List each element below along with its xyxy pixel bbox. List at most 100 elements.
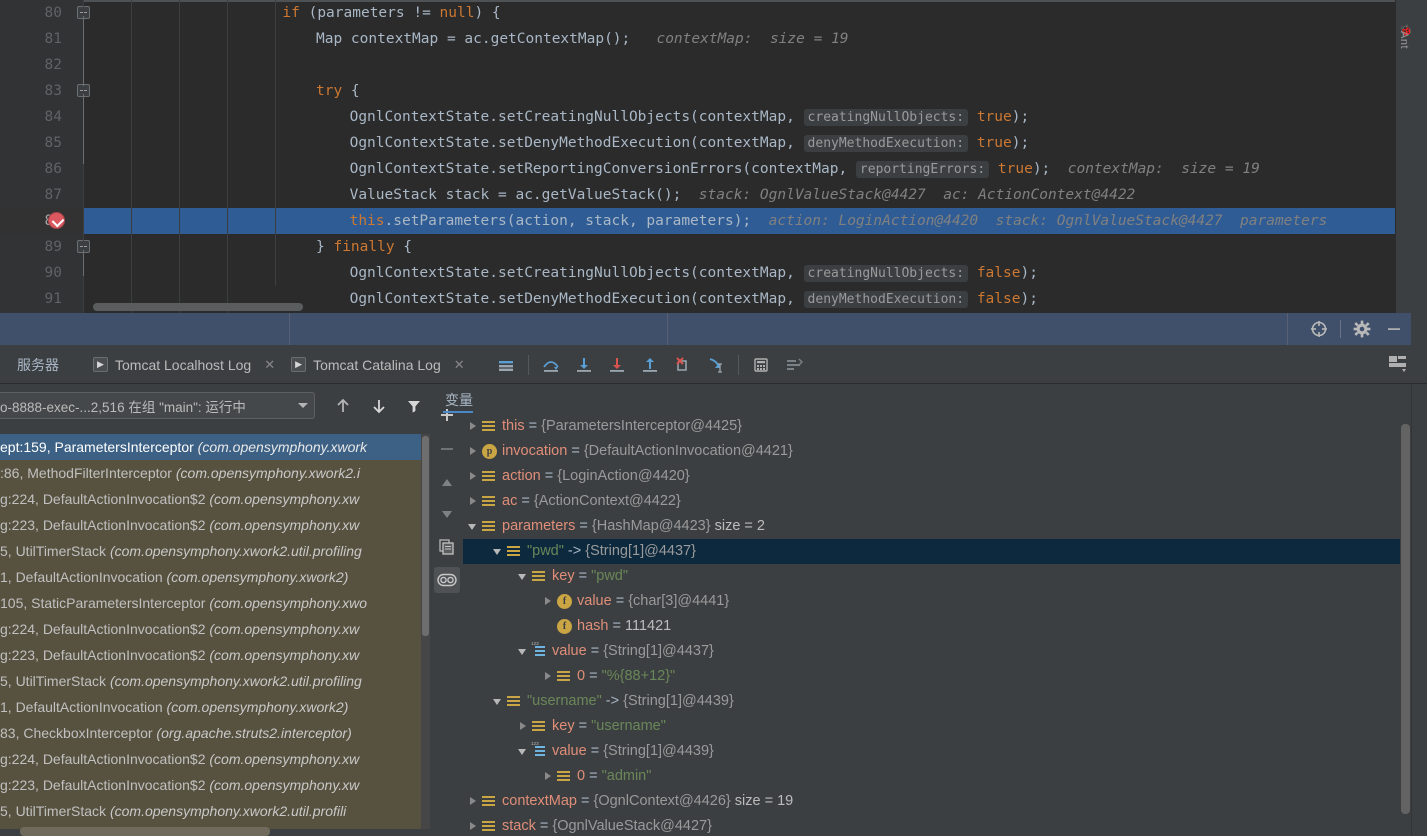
move-up-icon[interactable] (434, 470, 460, 496)
variable-row[interactable]: 0 = "admin" (463, 764, 1416, 789)
line-number[interactable]: 81 (0, 26, 62, 52)
chevron-right-icon[interactable] (468, 821, 479, 832)
line-number[interactable]: 91 (0, 286, 62, 312)
code-editor[interactable]: 80 if (parameters != null) {81 Map context… (0, 0, 1411, 313)
variables-tree[interactable]: this = {ParametersInterceptor@4425} p invo… (463, 414, 1416, 836)
tool-window-tabs-row[interactable]: 服务器 ▶ Tomcat Localhost Log ✕ ▶ Tomcat Catali… (0, 345, 1427, 384)
frame-row[interactable]: 5, UtilTimerStack (com.opensymphony.xwor… (0, 668, 430, 694)
variable-row[interactable]: ac = {ActionContext@4422} (463, 489, 1416, 514)
settings-gear-icon[interactable] (1351, 318, 1373, 340)
line-number[interactable]: 89 (0, 234, 62, 260)
chevron-down-icon[interactable] (518, 646, 529, 657)
variables-vertical-scrollbar[interactable] (1400, 414, 1411, 836)
chevron-down-icon[interactable] (468, 521, 479, 532)
log-tabs[interactable]: ▶ Tomcat Localhost Log ✕ ▶ Tomcat Catalina L… (85, 345, 473, 384)
line-number[interactable]: 87 (0, 182, 62, 208)
copy-icon[interactable] (434, 534, 460, 560)
breakpoint-icon[interactable] (48, 212, 65, 229)
variable-row[interactable]: key = "pwd" (463, 564, 1416, 589)
code-line[interactable]: 86 OgnlContextState.setReportingConversio… (0, 156, 1411, 182)
line-number[interactable]: 83 (0, 78, 62, 104)
inline-debug-value[interactable]: stack: OgnlValueStack@4427 ac: ActionCon… (681, 187, 1136, 203)
inline-debug-value[interactable]: action: LoginAction@4420 stack: OgnlValu… (751, 213, 1328, 229)
variables-side-toolbar[interactable] (430, 384, 463, 836)
editor-horizontal-scrollbar[interactable] (93, 303, 303, 311)
frame-row[interactable]: g:224, DefaultActionInvocation$2 (com.op… (0, 486, 430, 512)
frame-row[interactable]: 105, StaticParametersInterceptor (com.op… (0, 590, 430, 616)
frame-row[interactable]: g:223, DefaultActionInvocation$2 (com.op… (0, 772, 430, 798)
watches-icon[interactable] (434, 567, 460, 593)
variable-row[interactable]: parameters = {HashMap@4423} size = 2 (463, 514, 1416, 539)
chevron-right-icon[interactable] (468, 446, 479, 457)
code-text[interactable]: ValueStack stack = ac.getValueStack(); s… (348, 182, 1136, 208)
code-line[interactable]: 80 if (parameters != null) { (0, 0, 1411, 26)
code-text[interactable]: this.setParameters(action, stack, parame… (348, 208, 1328, 234)
code-text[interactable]: } finally { (314, 234, 412, 260)
chevron-right-icon[interactable] (468, 471, 479, 482)
variable-row[interactable]: "username" -> {String[1]@4439} (463, 689, 1416, 714)
frames-list[interactable]: ept:159, ParametersInterceptor (com.open… (0, 434, 430, 829)
line-number[interactable]: 80 (0, 0, 62, 26)
variable-row[interactable]: key = "username" (463, 714, 1416, 739)
debugger-toolbar[interactable] (495, 345, 805, 384)
code-text[interactable]: OgnlContextState.setDenyMethodExecution(… (348, 130, 1029, 156)
variable-row[interactable]: action = {LoginAction@4420} (463, 464, 1416, 489)
code-line[interactable]: 85 OgnlContextState.setDenyMethodExecutio… (0, 130, 1411, 156)
code-line[interactable]: 81 Map contextMap = ac.getContextMap(); c… (0, 26, 1411, 52)
line-number[interactable]: 84 (0, 104, 62, 130)
log-tab[interactable]: ▶ Tomcat Localhost Log ✕ (85, 345, 283, 384)
filter-icon[interactable] (403, 395, 425, 417)
chevron-down-icon[interactable] (518, 746, 529, 757)
chevron-right-icon[interactable] (543, 596, 554, 607)
frame-row[interactable]: 83, CheckboxInterceptor (org.apache.stru… (0, 720, 430, 746)
code-text[interactable]: OgnlContextState.setCreatingNullObjects(… (348, 104, 1029, 130)
frame-row[interactable]: g:223, DefaultActionInvocation$2 (com.op… (0, 512, 430, 538)
minimize-icon[interactable] (1383, 318, 1405, 340)
step-into-icon[interactable] (573, 354, 595, 376)
thread-dump-icon[interactable] (783, 354, 805, 376)
code-text[interactable]: try { (314, 78, 360, 104)
code-line[interactable]: 84 OgnlContextState.setCreatingNullObject… (0, 104, 1411, 130)
drop-frame-icon[interactable] (672, 354, 694, 376)
log-tab[interactable]: ▶ Tomcat Catalina Log ✕ (283, 345, 473, 384)
evaluate-expression-icon[interactable] (750, 354, 772, 376)
chevron-right-icon[interactable] (543, 771, 554, 782)
thread-selector-dropdown[interactable]: io-8888-exec-...2,516 在组 "main": 运行中 (0, 392, 315, 419)
variable-row[interactable]: stack = {OgnlValueStack@4427} (463, 814, 1416, 836)
frame-row[interactable]: :86, MethodFilterInterceptor (com.opensy… (0, 460, 430, 486)
code-line[interactable]: 90 OgnlContextState.setCreatingNullObject… (0, 260, 1411, 286)
force-step-into-icon[interactable] (606, 354, 628, 376)
close-icon[interactable]: ✕ (264, 357, 275, 373)
variable-row[interactable]: this = {ParametersInterceptor@4425} (463, 414, 1416, 439)
inline-debug-value[interactable]: contextMap: size = 19 (1050, 161, 1260, 177)
frames-pane[interactable]: io-8888-exec-...2,516 在组 "main": 运行中 ept… (0, 384, 430, 836)
line-number[interactable]: 85 (0, 130, 62, 156)
chevron-right-icon[interactable] (468, 796, 479, 807)
crosshair-target-icon[interactable] (1308, 318, 1330, 340)
chevron-right-icon[interactable] (543, 671, 554, 682)
close-icon[interactable]: ✕ (454, 357, 465, 373)
code-line[interactable]: 83 try { (0, 78, 1411, 104)
frame-row[interactable]: 1, DefaultActionInvocation (com.opensymp… (0, 694, 430, 720)
code-line[interactable]: 89 } finally { (0, 234, 1411, 260)
chevron-right-icon[interactable] (468, 496, 479, 507)
right-tool-strip[interactable]: 🐞 Ant (1395, 0, 1411, 313)
code-text[interactable]: if (parameters != null) { (280, 0, 500, 26)
line-number[interactable]: 86 (0, 156, 62, 182)
line-number[interactable]: 90 (0, 260, 62, 286)
variable-row[interactable]: 0 = "%{88+12}" (463, 664, 1416, 689)
move-down-icon[interactable] (434, 501, 460, 527)
variable-row[interactable]: f value = {char[3]@4441} (463, 589, 1416, 614)
up-arrow-icon[interactable] (332, 395, 354, 417)
ant-tool-label[interactable]: Ant (1398, 31, 1410, 65)
variable-row[interactable]: "pwd" -> {String[1]@4437} (463, 539, 1416, 564)
code-text[interactable]: OgnlContextState.setDenyMethodExecution(… (348, 286, 1038, 312)
chevron-right-icon[interactable] (468, 421, 479, 432)
inline-debug-value[interactable]: contextMap: size = 19 (630, 31, 848, 47)
variable-row[interactable]: p invocation = {DefaultActionInvocation@4… (463, 439, 1416, 464)
frames-header[interactable]: io-8888-exec-...2,516 在组 "main": 运行中 (0, 384, 430, 426)
frame-row[interactable]: g:223, DefaultActionInvocation$2 (com.op… (0, 642, 430, 668)
remove-watch-icon[interactable] (434, 436, 460, 462)
chevron-down-icon[interactable] (518, 571, 529, 582)
line-number[interactable]: 82 (0, 52, 62, 78)
